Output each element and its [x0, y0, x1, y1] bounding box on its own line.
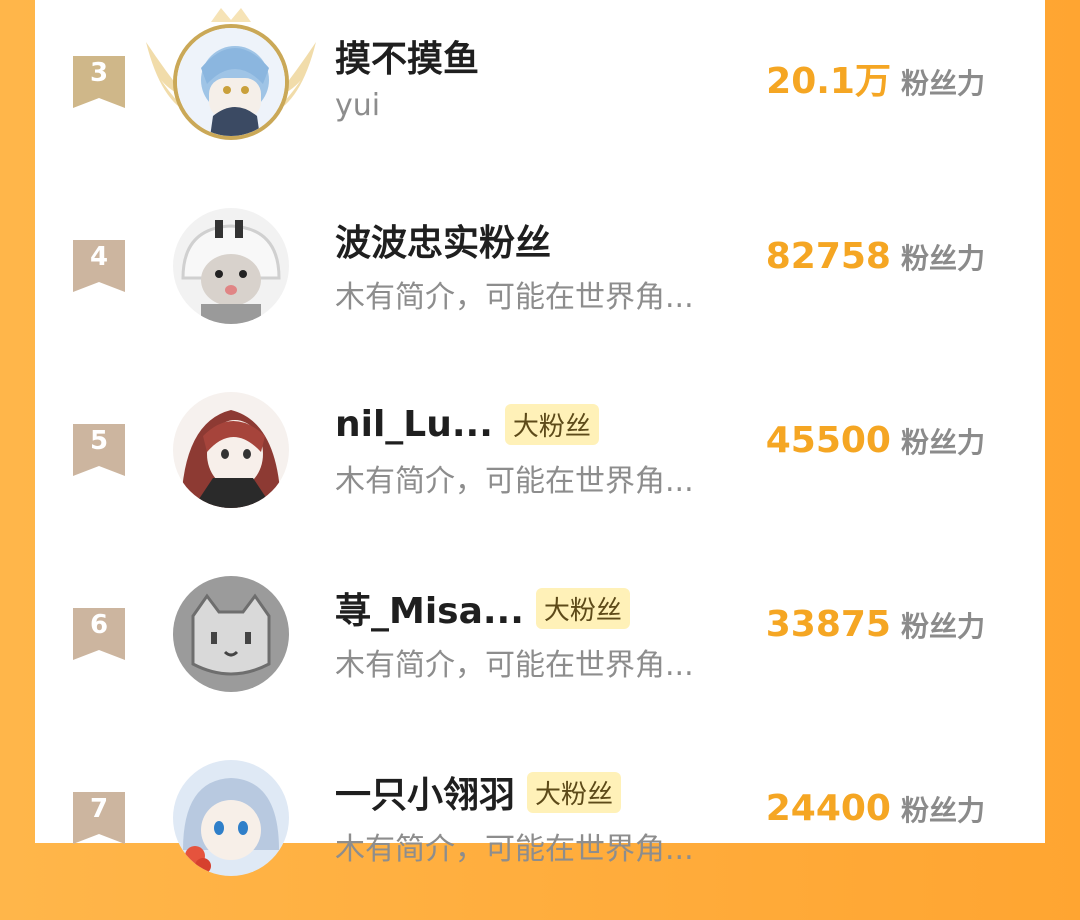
score-value: 33875 [765, 604, 891, 645]
rank-ribbon: 3 [73, 56, 125, 108]
score-unit: 粉丝力 [900, 426, 985, 459]
score-unit: 粉丝力 [900, 610, 985, 643]
rank-number: 7 [89, 794, 109, 824]
rank-number: 6 [89, 610, 109, 640]
fan-power-score: 20.1万 粉丝力 [766, 52, 985, 104]
score-value: 45500 [765, 420, 891, 461]
rank-number: 4 [89, 242, 109, 272]
user-avatar[interactable] [173, 392, 289, 508]
list-item[interactable]: 7 一只小翎羽 大粉丝 木有简介，可能在世界角... 24400 粉丝力 [35, 736, 1045, 920]
list-item[interactable]: 4 波波忠实粉丝 木有简介，可能在世界角... 82758 粉丝力 [35, 184, 1045, 368]
user-name[interactable]: 摸不摸鱼 [335, 30, 479, 82]
rank-ribbon: 5 [73, 424, 125, 476]
fan-power-score: 45500 粉丝力 [766, 420, 985, 461]
rank-ribbon: 7 [73, 792, 125, 844]
score-unit: 粉丝力 [900, 67, 985, 100]
user-name[interactable]: 一只小翎羽 [335, 766, 515, 818]
fan-power-score: 33875 粉丝力 [766, 604, 985, 645]
list-item[interactable]: 3 摸不摸鱼 yui 20.1万 粉丝力 [35, 0, 1045, 184]
score-unit: 粉丝力 [900, 242, 985, 275]
rank-number: 5 [89, 426, 109, 456]
big-fan-badge: 大粉丝 [535, 587, 630, 629]
user-bio: 木有简介，可能在世界角... [335, 280, 694, 315]
rank-ribbon: 4 [73, 240, 125, 292]
user-bio: 木有简介，可能在世界角... [335, 464, 694, 499]
user-name[interactable]: nil_Lu... [335, 404, 493, 445]
fan-power-score: 82758 粉丝力 [766, 236, 985, 277]
big-fan-badge: 大粉丝 [504, 403, 599, 445]
rank-number: 3 [89, 58, 109, 88]
user-bio: yui [335, 88, 381, 123]
list-item[interactable]: 6 荨_Misa... 大粉丝 木有简介，可能在世界角... 33875 粉丝力 [35, 552, 1045, 736]
score-value: 20.1万 [766, 61, 891, 102]
user-bio: 木有简介，可能在世界角... [335, 832, 694, 867]
score-value: 82758 [765, 236, 891, 277]
user-avatar[interactable] [173, 576, 289, 692]
score-value: 24400 [765, 788, 891, 829]
user-avatar[interactable] [173, 760, 289, 876]
score-unit: 粉丝力 [900, 794, 985, 827]
list-item[interactable]: 5 nil_Lu... 大粉丝 木有简介，可能在世界角... 45500 粉丝力 [35, 368, 1045, 552]
user-bio: 木有简介，可能在世界角... [335, 648, 694, 683]
user-avatar[interactable] [173, 208, 289, 324]
fan-power-score: 24400 粉丝力 [766, 788, 985, 829]
rank-ribbon: 6 [73, 608, 125, 660]
user-name[interactable]: 荨_Misa... [335, 582, 524, 634]
user-avatar[interactable] [146, 8, 316, 140]
user-name[interactable]: 波波忠实粉丝 [335, 214, 551, 266]
big-fan-badge: 大粉丝 [527, 771, 622, 813]
leaderboard-panel: 3 摸不摸鱼 yui 20.1万 粉丝力 4 波波忠实粉丝 木有简介，可能在世界… [35, 0, 1045, 876]
